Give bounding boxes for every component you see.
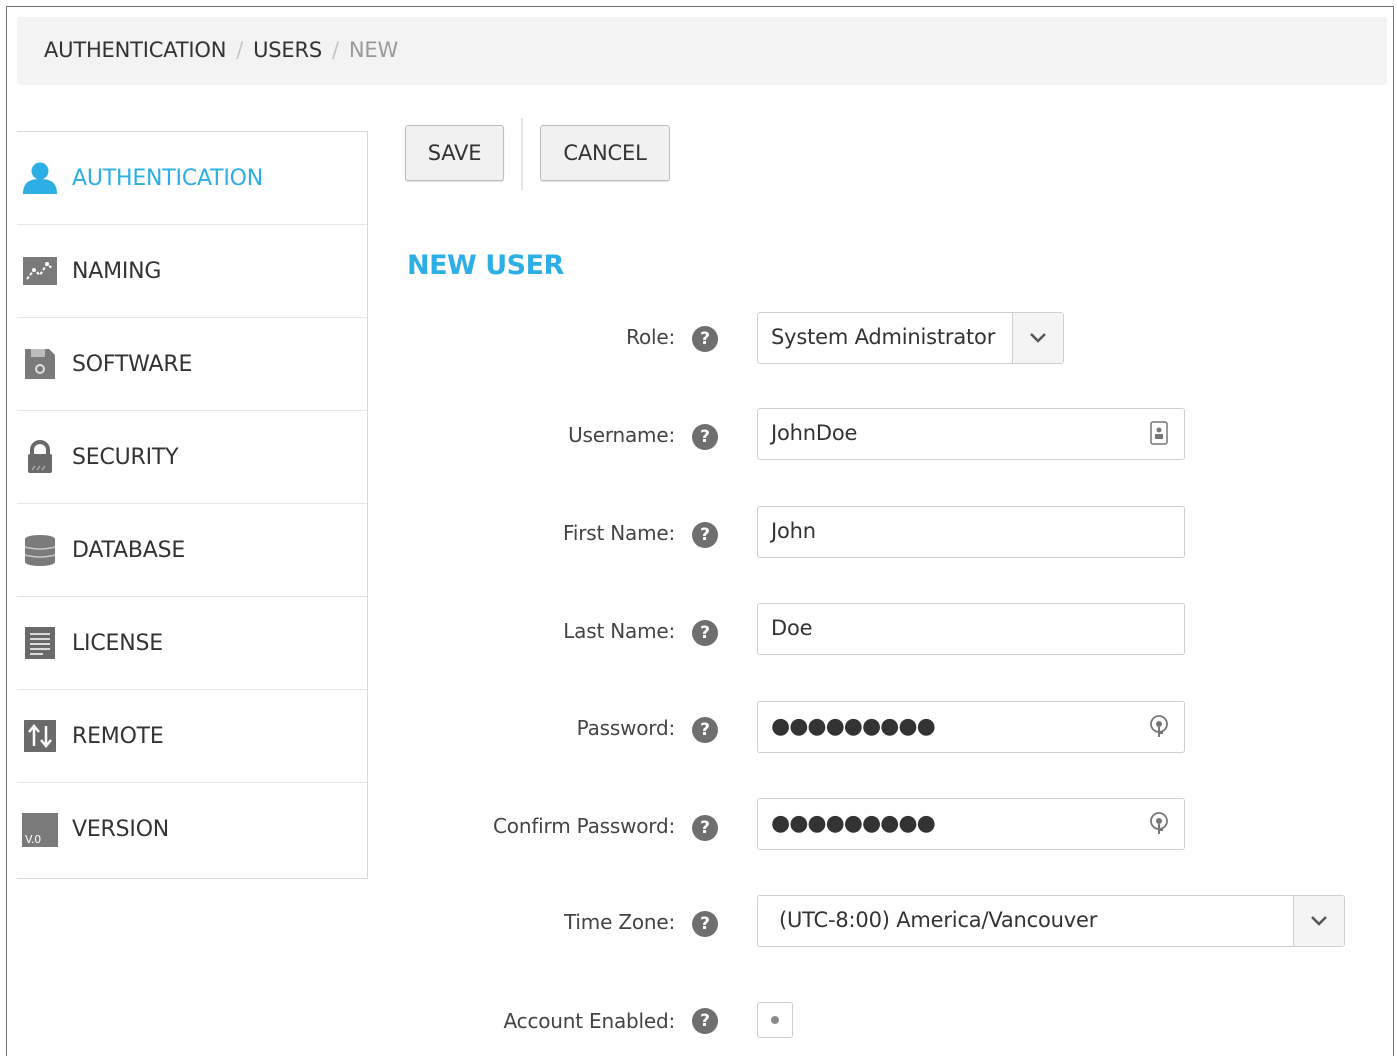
key-icon[interactable] (1148, 714, 1170, 738)
time-zone-label: Time Zone: (564, 910, 675, 934)
help-icon[interactable]: ? (692, 911, 718, 937)
database-icon (20, 532, 60, 568)
sidebar-item-authentication[interactable]: AUTHENTICATION (17, 132, 367, 225)
sidebar-item-version[interactable]: V.0 VERSION (17, 783, 367, 876)
help-icon[interactable]: ? (692, 424, 718, 450)
breadcrumb-separator: / (236, 38, 244, 62)
confirm-password-label: Confirm Password: (493, 814, 675, 838)
time-zone-value: (UTC-8:00) America/Vancouver (779, 908, 1098, 932)
role-select[interactable]: System Administrator (757, 312, 1064, 364)
cancel-button[interactable]: CANCEL (540, 125, 670, 181)
password-value: ●●●●●●●●● (771, 714, 936, 739)
license-icon (20, 625, 60, 661)
password-label: Password: (576, 716, 676, 740)
software-icon (20, 346, 60, 382)
role-label: Role: (626, 325, 675, 349)
sidebar-item-label: LICENSE (72, 630, 163, 656)
contact-card-icon (1148, 421, 1170, 445)
chevron-down-icon[interactable] (1012, 313, 1063, 363)
last-name-value: Doe (771, 616, 813, 640)
naming-icon (20, 253, 60, 289)
transfer-icon (20, 718, 60, 754)
help-icon[interactable]: ? (692, 522, 718, 548)
help-icon[interactable]: ? (692, 620, 718, 646)
first-name-label: First Name: (563, 521, 675, 545)
svg-text:V.0: V.0 (25, 833, 41, 846)
sidebar-item-naming[interactable]: NAMING (17, 225, 367, 318)
sidebar-item-label: DATABASE (72, 537, 186, 563)
breadcrumb-users[interactable]: USERS (253, 38, 322, 62)
chevron-down-icon[interactable] (1293, 896, 1344, 946)
sidebar-item-software[interactable]: SOFTWARE (17, 318, 367, 411)
sidebar-item-label: VERSION (72, 817, 170, 842)
sidebar-item-label: NAMING (72, 258, 162, 284)
password-input[interactable]: ●●●●●●●●● (757, 701, 1185, 753)
breadcrumb-current: NEW (348, 38, 399, 62)
version-icon: V.0 (20, 812, 60, 848)
help-icon[interactable]: ? (692, 815, 718, 841)
confirm-password-input[interactable]: ●●●●●●●●● (757, 798, 1185, 850)
key-icon[interactable] (1148, 811, 1170, 835)
username-label: Username: (568, 423, 675, 447)
breadcrumb: AUTHENTICATION / USERS / NEW (17, 17, 1387, 85)
sidebar: AUTHENTICATION NAMING SOFTWARE SECURITY … (17, 131, 368, 879)
last-name-input[interactable]: Doe (757, 603, 1185, 655)
save-button[interactable]: SAVE (405, 125, 504, 181)
sidebar-item-label: REMOTE (72, 723, 164, 749)
sidebar-item-label: AUTHENTICATION (72, 165, 264, 191)
sidebar-item-security[interactable]: SECURITY (17, 411, 367, 504)
sidebar-item-label: SECURITY (72, 444, 179, 470)
account-enabled-label: Account Enabled: (503, 1009, 676, 1033)
sidebar-item-remote[interactable]: REMOTE (17, 690, 367, 783)
sidebar-item-license[interactable]: LICENSE (17, 597, 367, 690)
user-icon (20, 160, 60, 196)
sidebar-item-label: SOFTWARE (72, 351, 193, 377)
confirm-password-value: ●●●●●●●●● (771, 811, 936, 836)
lock-icon (20, 439, 60, 475)
toolbar-divider (521, 118, 523, 190)
help-icon[interactable]: ? (692, 1008, 718, 1034)
time-zone-select[interactable]: (UTC-8:00) America/Vancouver (757, 895, 1345, 947)
sidebar-item-database[interactable]: DATABASE (17, 504, 367, 597)
username-input[interactable]: JohnDoe (757, 408, 1185, 460)
first-name-input[interactable]: John (757, 506, 1185, 558)
breadcrumb-authentication[interactable]: AUTHENTICATION (44, 38, 226, 62)
checkbox-mark (771, 1016, 779, 1024)
page-title: NEW USER (407, 250, 564, 281)
breadcrumb-separator: / (332, 38, 339, 62)
first-name-value: John (771, 519, 816, 543)
account-enabled-checkbox[interactable] (757, 1002, 793, 1038)
last-name-label: Last Name: (563, 619, 675, 643)
username-value: JohnDoe (771, 421, 858, 445)
help-icon[interactable]: ? (692, 326, 718, 352)
role-select-value: System Administrator (771, 325, 996, 349)
help-icon[interactable]: ? (692, 717, 718, 743)
